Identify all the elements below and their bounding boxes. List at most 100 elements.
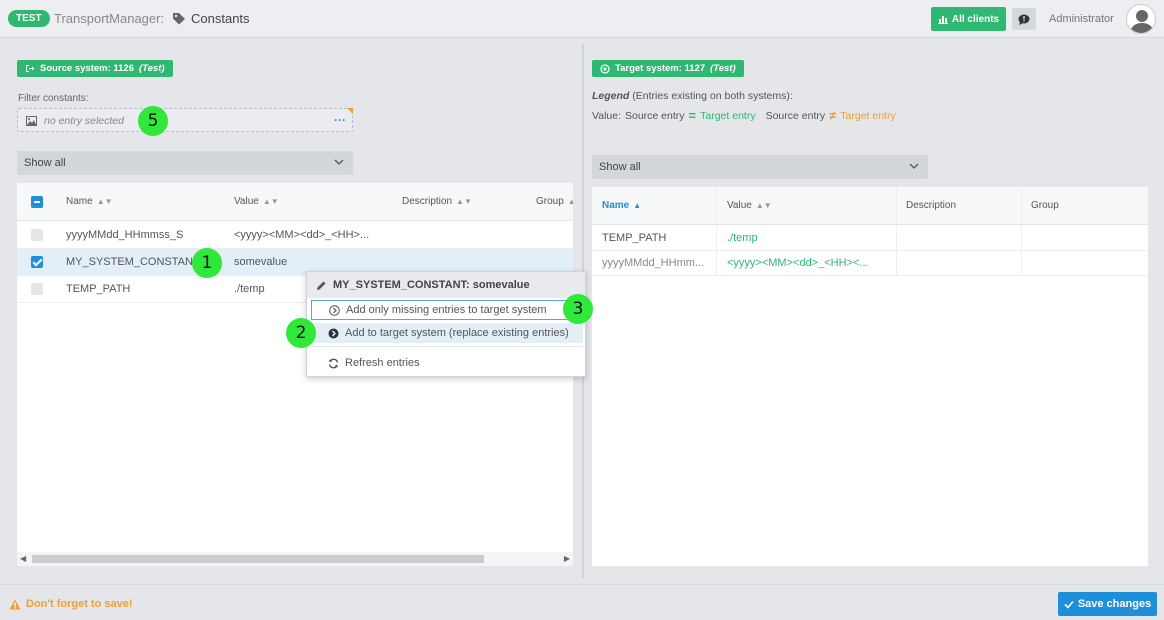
bar-chart-icon — [937, 15, 948, 24]
save-changes-button[interactable]: Save changes — [1058, 592, 1157, 616]
row-name: MY_SYSTEM_CONSTANT — [66, 256, 200, 268]
refresh-entries-item[interactable]: Refresh entries — [311, 353, 583, 373]
refresh-entries-label: Refresh entries — [345, 357, 420, 369]
legend-title: Legend — [592, 90, 630, 102]
horizontal-scrollbar[interactable]: ◀ ▶ — [17, 552, 573, 566]
page-title: Constants — [191, 11, 250, 26]
row-name: TEMP_PATH — [66, 283, 131, 295]
legend-source-entry: Source entry — [625, 109, 685, 122]
target-table: Name ▲ Value ▲▼ Description Group TEMP_PAT… — [592, 187, 1148, 566]
row-checkbox[interactable] — [31, 222, 43, 248]
filter-more-button[interactable]: ··· — [334, 113, 346, 127]
check-icon — [1064, 600, 1074, 609]
filter-label: Filter constants: — [18, 93, 89, 104]
target-system-badge: Target system: 1127 (Test) — [592, 60, 744, 77]
column-header-group[interactable]: Group — [1031, 187, 1059, 224]
source-system-badge: Source system: 1126 (Test) — [17, 60, 173, 77]
row-value: <yyyy><MM><dd>_<HH>... — [234, 229, 370, 241]
row-name: yyyyMMdd_HHmmss_S — [66, 229, 184, 241]
row-value: <yyyy><MM><dd>_<HH><... — [727, 257, 869, 269]
annotation-marker: 2 — [286, 318, 316, 348]
user-name[interactable]: Administrator — [1049, 13, 1114, 25]
chat-button[interactable] — [1012, 8, 1036, 30]
target-show-select[interactable]: Show all — [592, 155, 928, 179]
legend-target-equal: Target entry — [700, 109, 756, 122]
row-name: TEMP_PATH — [602, 232, 667, 244]
warning-icon — [9, 599, 21, 609]
not-equal-icon: ≠ — [829, 108, 837, 123]
circle-dot-icon — [600, 63, 610, 74]
chevron-down-icon — [334, 159, 344, 165]
context-menu: MY_SYSTEM_CONSTANT: somevalue Add only m… — [306, 271, 586, 377]
context-menu-header: MY_SYSTEM_CONSTANT: somevalue — [307, 272, 585, 298]
scrollbar-thumb[interactable] — [32, 555, 484, 563]
image-icon — [26, 116, 37, 126]
scroll-right-icon[interactable]: ▶ — [564, 554, 570, 563]
chevron-circle-right-filled-icon — [328, 328, 339, 338]
row-value: ./temp — [234, 283, 265, 295]
chat-icon — [1018, 14, 1030, 25]
source-table-header: Name▲▼ Value▲▼ Description▲▼ Group▲▼ — [17, 183, 573, 221]
refresh-icon — [328, 358, 339, 368]
annotation-marker: 1 — [192, 248, 222, 278]
all-clients-label: All clients — [951, 13, 1000, 25]
app-header: TEST TransportManager: Constants All cli… — [0, 0, 1164, 38]
user-avatar[interactable] — [1126, 4, 1156, 34]
filter-placeholder: no entry selected — [44, 115, 124, 127]
target-table-header: Name ▲ Value ▲▼ Description Group — [592, 187, 1148, 225]
legend-value-label: Value: — [592, 109, 621, 122]
legend-values: Value: Source entry = Target entry Sourc… — [592, 108, 896, 123]
column-header-description[interactable]: Description ▲▼ — [402, 183, 472, 220]
column-header-value[interactable]: Value ▲▼ — [727, 187, 772, 224]
column-header-name[interactable]: Name ▲▼ — [66, 183, 113, 220]
legend-target-different: Target entry — [840, 109, 896, 122]
add-replace-entries-label: Add to target system (replace existing e… — [345, 327, 569, 339]
column-header-group[interactable]: Group▲▼ — [536, 183, 573, 220]
table-row[interactable]: yyyyMMdd_HHmmss_S <yyyy><MM><dd>_<HH>... — [17, 222, 573, 249]
target-system-env: (Test) — [710, 63, 736, 74]
row-checkbox[interactable] — [31, 276, 43, 302]
legend-source-entry-2: Source entry — [765, 109, 826, 122]
env-badge: TEST — [8, 10, 50, 27]
row-name: yyyyMMdd_HHmm... — [602, 257, 705, 269]
annotation-marker: 3 — [563, 294, 593, 324]
source-show-select[interactable]: Show all — [17, 151, 353, 175]
target-panel: Target system: 1127 (Test) Legend (Entri… — [584, 48, 1156, 574]
tag-icon — [173, 13, 185, 25]
column-header-value[interactable]: Value ▲▼ — [234, 183, 279, 220]
select-all-checkbox[interactable] — [31, 183, 43, 220]
scroll-left-icon[interactable]: ◀ — [20, 554, 26, 563]
save-warning: Don't forget to save! — [9, 598, 133, 610]
legend-line: Legend (Entries existing on both systems… — [592, 90, 793, 102]
table-row[interactable]: TEMP_PATH ./temp — [592, 226, 1148, 251]
annotation-marker: 5 — [138, 106, 168, 136]
save-warning-text: Don't forget to save! — [26, 598, 133, 610]
app-title[interactable]: TransportManager: — [54, 11, 164, 26]
context-menu-title: MY_SYSTEM_CONSTANT: somevalue — [333, 279, 530, 291]
source-system-label: Source system: 1126 — [40, 63, 135, 74]
target-system-label: Target system: 1127 — [615, 63, 706, 74]
column-header-description[interactable]: Description — [906, 187, 956, 224]
table-row[interactable]: yyyyMMdd_HHmm... <yyyy><MM><dd>_<HH><... — [592, 251, 1148, 276]
source-system-env: (Test) — [139, 63, 165, 74]
source-show-value: Show all — [24, 157, 66, 169]
add-missing-entries-item[interactable]: Add only missing entries to target syste… — [311, 300, 583, 320]
all-clients-button[interactable]: All clients — [931, 7, 1006, 31]
legend-note: (Entries existing on both systems): — [632, 90, 793, 102]
required-corner-marker — [347, 108, 353, 114]
row-value: somevalue — [234, 256, 288, 268]
chevron-circle-right-icon — [329, 304, 340, 316]
equals-icon: = — [688, 108, 697, 123]
footer-bar: Don't forget to save! Save changes — [0, 584, 1164, 620]
user-icon — [1130, 10, 1154, 33]
chevron-down-icon — [909, 163, 919, 169]
sign-out-icon — [26, 65, 35, 72]
column-header-name[interactable]: Name ▲ — [602, 187, 641, 224]
target-show-value: Show all — [599, 161, 641, 173]
row-checkbox[interactable] — [31, 249, 43, 275]
add-replace-entries-item[interactable]: Add to target system (replace existing e… — [311, 323, 583, 343]
pencil-icon — [317, 281, 326, 290]
save-changes-label: Save changes — [1077, 598, 1152, 610]
filter-constants-field[interactable]: no entry selected ··· — [17, 108, 353, 132]
add-missing-entries-label: Add only missing entries to target syste… — [346, 304, 547, 316]
